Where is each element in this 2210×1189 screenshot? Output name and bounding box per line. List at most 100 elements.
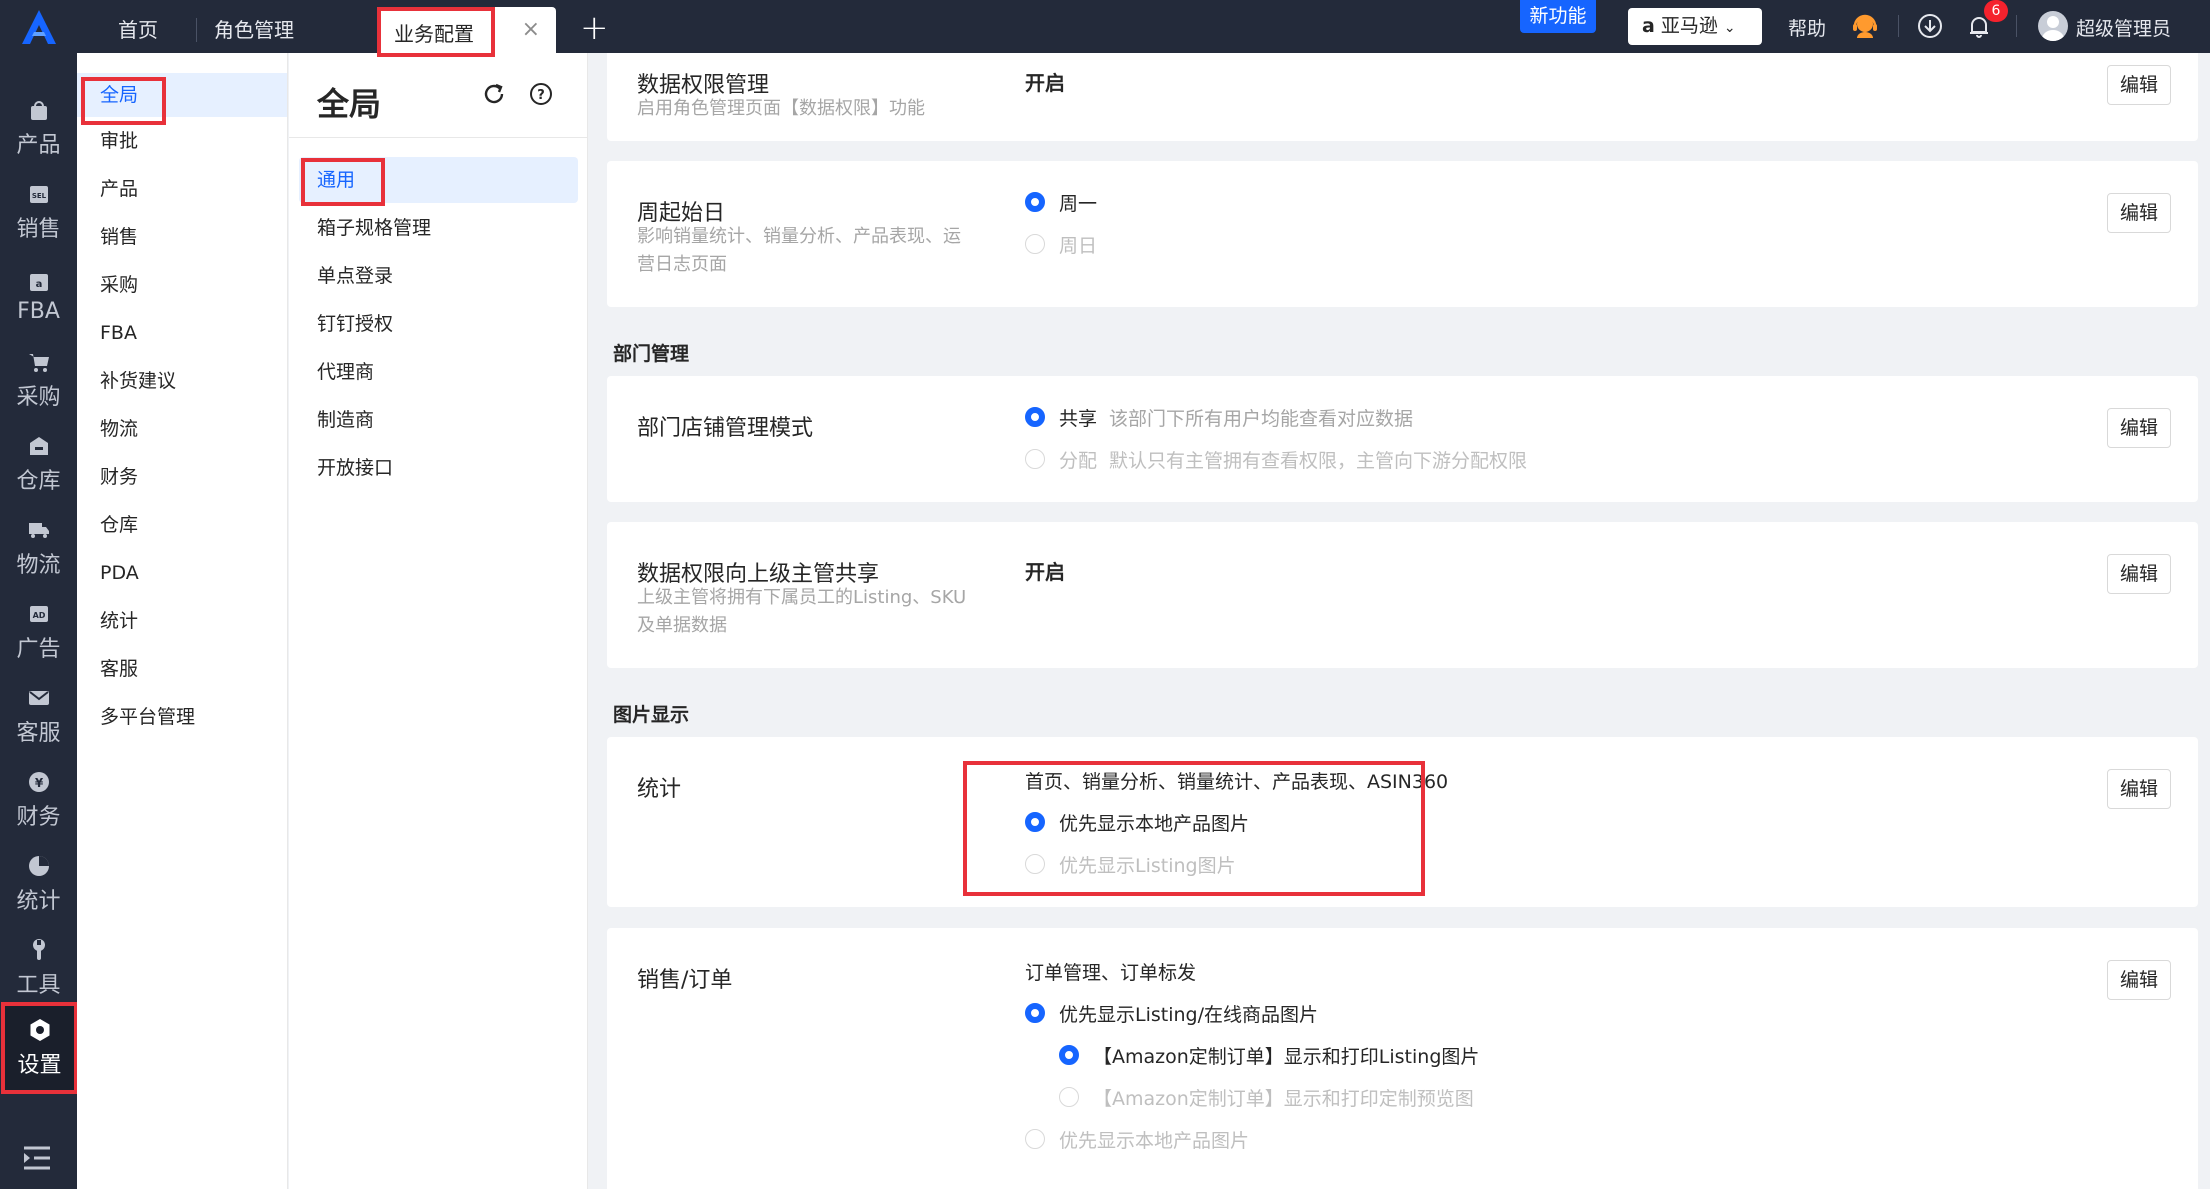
nav-product-label: 产品 (16, 133, 61, 158)
category-statistics[interactable]: 统计 (77, 599, 287, 643)
setting-card-dept-store-mode: 部门店铺管理模式 共享 该部门下所有用户均能查看对应数据 分配 默认只有主管拥有查看… (607, 376, 2198, 502)
nav-finance[interactable]: ¥ 财务 (0, 758, 77, 842)
category-global[interactable]: 全局 (77, 73, 287, 117)
tab-role-management[interactable]: 角色管理 (214, 12, 294, 53)
icon-nav: 产品 SEL 销售 a FBA 采购 仓库 物流 AD 广告 客服 ¥ 财务 统… (0, 53, 78, 1189)
category-replenishment[interactable]: 补货建议 (77, 359, 287, 403)
sell-icon: SEL (26, 181, 52, 207)
radio-sunday[interactable]: 周日 (1025, 231, 1097, 257)
radio-dot (1025, 812, 1045, 832)
nav-service[interactable]: 客服 (0, 674, 77, 758)
wrench-icon (26, 937, 52, 963)
refresh-icon[interactable] (481, 81, 507, 111)
radio-dot (1025, 407, 1045, 427)
category-product[interactable]: 产品 (77, 167, 287, 211)
radio-label: 优先显示Listing图片 (1059, 854, 1236, 877)
new-feature-badge[interactable]: 新功能 (1520, 0, 1596, 33)
edit-button[interactable]: 编辑 (2107, 65, 2171, 105)
user-name[interactable]: 超级管理员 (2076, 14, 2171, 41)
radio-assigned[interactable]: 分配 默认只有主管拥有查看权限，主管向下游分配权限 (1025, 446, 1527, 472)
fba-icon: a (26, 269, 52, 295)
nav-purchase-label: 采购 (16, 385, 61, 410)
category-multiplatform[interactable]: 多平台管理 (77, 695, 287, 739)
menu-agent[interactable]: 代理商 (299, 349, 578, 395)
nav-tools[interactable]: 工具 (0, 926, 77, 1010)
radio-custom-preview-image[interactable]: 【Amazon定制订单】显示和打印定制预览图 (1059, 1084, 1474, 1110)
divider (1898, 15, 1899, 37)
cart-icon (26, 349, 52, 375)
notification-count-badge: 6 (1984, 0, 2008, 22)
tab-home[interactable]: 首页 (118, 12, 158, 53)
app-logo[interactable] (0, 0, 77, 53)
chevron-down-icon: ⌄ (1723, 20, 1736, 36)
category-service[interactable]: 客服 (77, 647, 287, 691)
nav-product[interactable]: 产品 (0, 86, 77, 170)
menu-collapse-icon[interactable] (22, 1145, 52, 1171)
category-sales[interactable]: 销售 (77, 215, 287, 259)
nav-statistics[interactable]: 统计 (0, 842, 77, 926)
category-finance[interactable]: 财务 (77, 455, 287, 499)
radio-dot (1025, 449, 1045, 469)
help-link[interactable]: 帮助 (1788, 14, 1826, 41)
nav-sales[interactable]: SEL 销售 (0, 170, 77, 254)
nav-warehouse[interactable]: 仓库 (0, 422, 77, 506)
menu-dingtalk[interactable]: 钉钉授权 (299, 301, 578, 347)
edit-button[interactable]: 编辑 (2107, 960, 2171, 1000)
help-circle-icon[interactable]: ? (529, 82, 553, 110)
close-icon[interactable]: × (522, 17, 540, 42)
setting-value: 开启 (1025, 560, 1065, 584)
svg-text:AD: AD (32, 611, 45, 620)
setting-card-share-to-manager: 数据权限向上级主管共享 上级主管将拥有下属员工的Listing、SKU及单据数据… (607, 522, 2198, 668)
menu-general[interactable]: 通用 (299, 157, 578, 203)
nav-purchase[interactable]: 采购 (0, 338, 77, 422)
category-approval[interactable]: 审批 (77, 119, 287, 163)
menu-box-spec[interactable]: 箱子规格管理 (299, 205, 578, 251)
store-selector[interactable]: a 亚马逊 ⌄ (1628, 8, 1762, 45)
radio-dot (1025, 234, 1045, 254)
menu-manufacturer[interactable]: 制造商 (299, 397, 578, 443)
tab-business-config[interactable]: 业务配置 × (378, 7, 556, 53)
radio-dot (1059, 1045, 1079, 1065)
yen-icon: ¥ (26, 769, 52, 795)
store-selector-label: 亚马逊 (1660, 15, 1718, 37)
edit-button[interactable]: 编辑 (2107, 408, 2171, 448)
nav-ads-label: 广告 (16, 637, 61, 662)
edit-button[interactable]: 编辑 (2107, 554, 2171, 594)
nav-logistics[interactable]: 物流 (0, 506, 77, 590)
nav-tools-label: 工具 (16, 973, 61, 998)
category-fba[interactable]: FBA (77, 311, 287, 355)
setting-value: 开启 (1025, 71, 1065, 95)
radio-label: 【Amazon定制订单】显示和打印定制预览图 (1093, 1087, 1474, 1110)
nav-settings[interactable]: 设置 (1, 1002, 78, 1094)
radio-local-image[interactable]: 优先显示本地产品图片 (1025, 809, 1249, 835)
nav-ads[interactable]: AD 广告 (0, 590, 77, 674)
radio-local-product-image[interactable]: 优先显示本地产品图片 (1025, 1126, 1249, 1152)
download-icon[interactable] (1915, 11, 1945, 41)
setting-scope: 订单管理、订单标发 (1025, 962, 1197, 984)
support-agent-icon[interactable] (1850, 11, 1880, 41)
ad-icon: AD (26, 601, 52, 627)
avatar[interactable] (2038, 11, 2068, 41)
nav-fba[interactable]: a FBA (0, 254, 77, 338)
radio-shared[interactable]: 共享 该部门下所有用户均能查看对应数据 (1025, 404, 1413, 430)
radio-label: 周一 (1059, 192, 1098, 215)
category-pda[interactable]: PDA (77, 551, 287, 595)
menu-open-api[interactable]: 开放接口 (299, 445, 578, 491)
category-logistics[interactable]: 物流 (77, 407, 287, 451)
category-warehouse[interactable]: 仓库 (77, 503, 287, 547)
mail-icon (26, 685, 52, 711)
radio-dot (1025, 1003, 1045, 1023)
amazon-icon: a (1642, 15, 1655, 37)
radio-listing-image[interactable]: 优先显示Listing图片 (1025, 851, 1236, 877)
add-tab-button[interactable]: + (580, 8, 609, 48)
edit-button[interactable]: 编辑 (2107, 769, 2171, 809)
radio-listing-online-image[interactable]: 优先显示Listing/在线商品图片 (1025, 1000, 1318, 1026)
tab-business-config-label: 业务配置 (394, 22, 474, 46)
radio-monday[interactable]: 周一 (1025, 189, 1097, 215)
menu-sso[interactable]: 单点登录 (299, 253, 578, 299)
category-purchase[interactable]: 采购 (77, 263, 287, 307)
radio-label: 分配 (1059, 449, 1098, 472)
edit-button[interactable]: 编辑 (2107, 193, 2171, 233)
svg-text:¥: ¥ (34, 776, 43, 790)
radio-custom-listing-image[interactable]: 【Amazon定制订单】显示和打印Listing图片 (1059, 1042, 1479, 1068)
